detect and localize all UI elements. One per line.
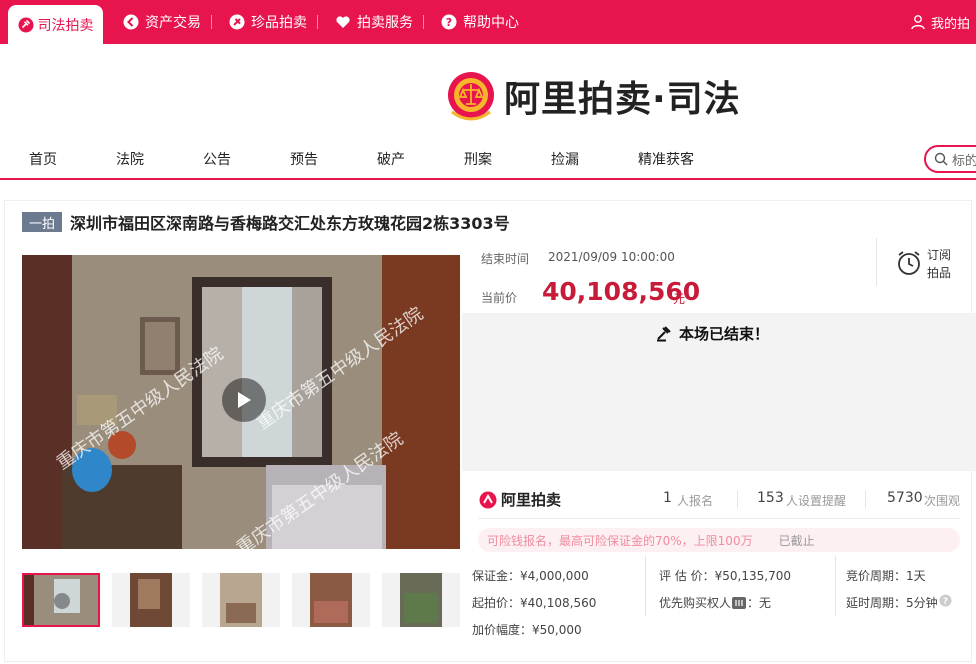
priority-buyer-value: ：无	[747, 596, 772, 610]
ali-logo-icon	[479, 491, 497, 508]
delay-info: 延时周期：5分钟	[846, 596, 938, 610]
thumbnail-5[interactable]	[382, 573, 460, 627]
nav-divider	[423, 15, 424, 29]
alarm-clock-icon	[898, 251, 920, 275]
priority-buyer-label: 优先购买权人	[659, 596, 732, 610]
my-auction-link[interactable]: 我的拍	[910, 0, 970, 44]
end-time-label: 结束时间	[481, 252, 530, 266]
play-icon	[238, 392, 251, 408]
thumbnail-2[interactable]	[112, 573, 190, 627]
signup-count: 1	[663, 490, 672, 506]
nav-court[interactable]: 法院	[116, 149, 144, 169]
svg-text:?: ?	[446, 16, 452, 29]
nav-preview[interactable]: 预告	[290, 149, 318, 169]
info-divider	[835, 556, 836, 616]
tab-help-center-label: 帮助中心	[463, 15, 519, 31]
signup-unit: 人报名	[677, 494, 714, 508]
tab-judicial-auction[interactable]: 司法拍卖	[8, 5, 103, 44]
search-placeholder: 标的	[952, 153, 976, 169]
stat-divider	[865, 490, 866, 508]
appraisal-info: 评 估 价：¥50,135,700	[659, 569, 791, 583]
my-auction-label: 我的拍	[931, 16, 971, 32]
reminder-unit: 人设置提醒	[786, 494, 847, 508]
priority-buyer-info: 优先购买权人 ：无	[659, 594, 771, 611]
thumbnail-image	[382, 573, 460, 627]
subscribe-button[interactable]: 订阅 拍品	[876, 238, 976, 286]
gavel-icon	[18, 17, 33, 32]
nav-home[interactable]: 首页	[29, 149, 57, 169]
play-video-button[interactable]	[222, 378, 266, 422]
start-price-info: 起拍价：¥40,108,560	[472, 596, 597, 610]
subscribe-label-1: 订阅	[927, 248, 952, 262]
nav-precise-customers[interactable]: 精准获客	[638, 149, 694, 169]
nav-bankruptcy[interactable]: 破产	[377, 149, 405, 169]
top-bar: 司法拍卖 资产交易 珍品拍卖 拍卖服务 ? 帮助中心 我的拍	[0, 0, 976, 44]
info-divider	[645, 556, 646, 616]
auction-ended-status: 本场已结束！	[656, 323, 769, 344]
end-time-value: 2021/09/09 10:00:00	[548, 250, 675, 264]
tab-treasure-auction[interactable]: 珍品拍卖	[229, 0, 307, 44]
thumbnail-image	[292, 573, 370, 627]
divider	[478, 518, 960, 519]
svg-text:?: ?	[943, 597, 948, 607]
tab-treasure-auction-label: 珍品拍卖	[251, 15, 307, 31]
ali-auction-logo: 阿里拍卖	[479, 489, 561, 510]
view-unit: 次围观	[924, 494, 961, 508]
main-nav: 首页 法院 公告 预告 破产 刑案 捡漏 精准获客	[0, 140, 976, 178]
info-tag-icon	[732, 596, 747, 609]
deposit-notice: 可险钱报名，最高可险保证金的70%，上限100万 已截止	[478, 528, 960, 552]
heart-icon	[336, 16, 350, 28]
reminder-count: 153	[757, 490, 784, 506]
help-icon: ?	[441, 14, 457, 30]
search-box[interactable]: 标的	[924, 145, 976, 173]
asset-icon	[123, 14, 139, 30]
help-icon[interactable]: ?	[939, 594, 952, 607]
user-icon	[911, 15, 925, 30]
logo-text: 阿里拍卖·司法	[504, 79, 741, 120]
nav-underline	[0, 178, 976, 180]
increment-info: 加价幅度：¥50,000	[472, 623, 582, 637]
ali-auction-text: 阿里拍卖	[501, 491, 562, 509]
nav-divider	[317, 15, 318, 29]
nav-announcement[interactable]: 公告	[203, 149, 231, 169]
site-logo[interactable]: 阿里拍卖·司法	[446, 68, 741, 124]
thumbnail-image	[112, 573, 190, 627]
treasure-icon	[229, 14, 245, 30]
deposit-notice-status: 已截止	[778, 533, 815, 548]
stat-divider	[737, 490, 738, 508]
tab-asset-trade-label: 资产交易	[145, 15, 201, 31]
tab-help-center[interactable]: ? 帮助中心	[441, 0, 519, 44]
nav-criminal-case[interactable]: 刑案	[464, 149, 492, 169]
auction-round-badge: 一拍	[22, 212, 62, 232]
nav-divider	[211, 15, 212, 29]
deposit-info: 保证金：¥4,000,000	[472, 569, 589, 583]
court-emblem-icon	[448, 72, 494, 121]
view-count: 5730	[887, 490, 923, 506]
thumbnail-image	[202, 573, 280, 627]
thumbnail-4[interactable]	[292, 573, 370, 627]
auction-title: 深圳市福田区深南路与香梅路交汇处东方玫瑰花园2栋3303号	[70, 214, 510, 233]
tab-auction-service[interactable]: 拍卖服务	[335, 0, 413, 44]
tab-judicial-auction-label: 司法拍卖	[37, 17, 94, 34]
search-icon	[934, 152, 948, 166]
cycle-info: 竞价周期：1天	[846, 569, 926, 583]
gavel-icon	[657, 325, 671, 341]
tab-asset-trade[interactable]: 资产交易	[123, 0, 201, 44]
subscribe-label-2: 拍品	[927, 266, 952, 280]
auction-ended-text: 本场已结束！	[679, 325, 770, 343]
deposit-notice-text: 可险钱报名，最高可险保证金的70%，上限100万	[487, 533, 753, 548]
thumbnail-3[interactable]	[202, 573, 280, 627]
thumbnail-image	[24, 575, 98, 625]
nav-bargain[interactable]: 捡漏	[551, 149, 579, 169]
tab-auction-service-label: 拍卖服务	[357, 15, 413, 31]
thumbnail-1[interactable]	[22, 573, 100, 627]
current-price-label: 当前价	[481, 291, 518, 305]
price-unit: 元	[673, 292, 686, 306]
